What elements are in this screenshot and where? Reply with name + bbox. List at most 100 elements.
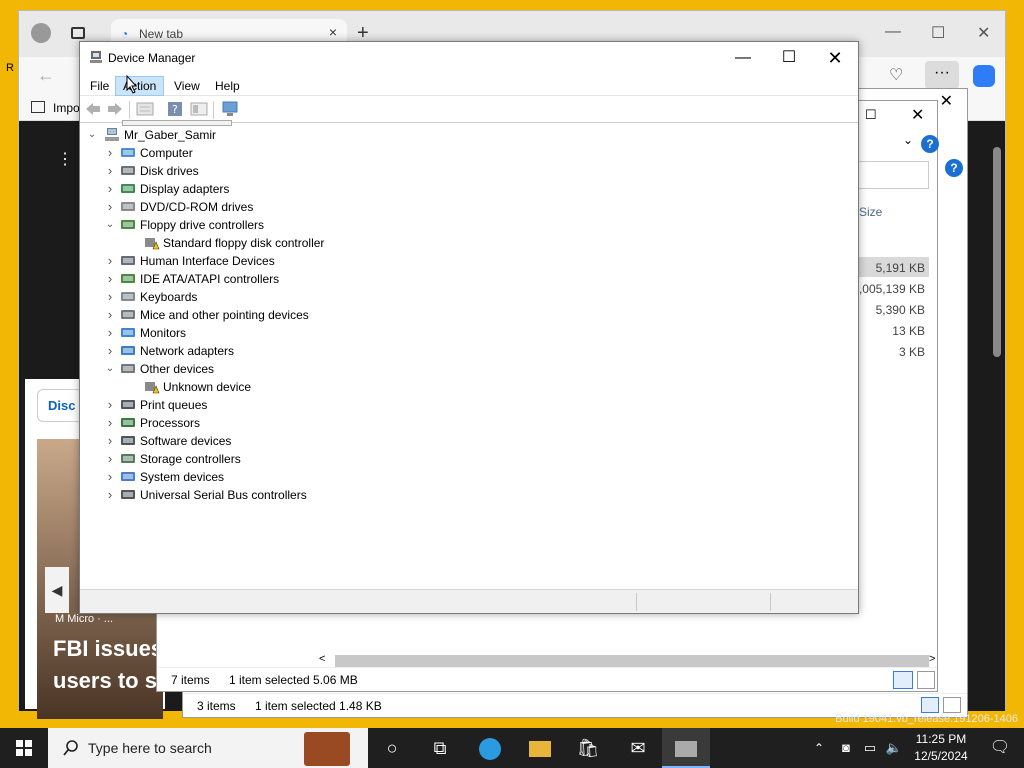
browser-minimize-button[interactable]: — [885, 23, 901, 41]
scroll-right-icon[interactable]: > [929, 653, 935, 665]
start-button[interactable] [0, 728, 48, 768]
expand-chevron-icon[interactable]: › [104, 396, 116, 414]
minimize-button[interactable]: — [720, 42, 766, 74]
news-headline[interactable]: FBI issues users to s [53, 633, 173, 697]
menu-bar: File Action View Help [80, 74, 858, 96]
collapse-chevron-icon[interactable]: ⌄ [86, 126, 98, 144]
expand-chevron-icon[interactable]: › [104, 432, 116, 450]
browser-close-button[interactable]: ✕ [977, 23, 990, 43]
device-label: IDE ATA/ATAPI controllers [140, 272, 280, 286]
expand-chevron-icon[interactable]: › [104, 414, 116, 432]
tiles-view-icon[interactable] [917, 671, 935, 689]
cortana-icon[interactable]: ○ [368, 728, 416, 768]
health-icon[interactable]: ♡ [889, 65, 903, 85]
tab-actions-icon[interactable] [71, 27, 85, 39]
back-icon[interactable]: ← [37, 65, 55, 86]
profile-icon[interactable] [31, 23, 51, 43]
edge-icon[interactable] [466, 728, 514, 768]
scroll-left-icon[interactable]: < [319, 653, 325, 665]
other-devices-icon [121, 364, 135, 373]
close-button[interactable]: ✕ [812, 42, 858, 74]
network-icon[interactable]: ▭ [858, 728, 882, 768]
explorer-close-button[interactable]: ✕ [911, 105, 924, 125]
tiles-view-icon[interactable] [943, 697, 961, 713]
expand-chevron-icon[interactable]: › [104, 198, 116, 216]
mouse-icon [121, 310, 135, 319]
device-manager-icon [90, 51, 102, 63]
volume-icon[interactable]: 🔈 [882, 728, 906, 768]
collapse-chevron-icon[interactable]: ⌄ [104, 216, 116, 234]
properties-icon[interactable] [136, 101, 154, 117]
device-manager-taskbar-icon[interactable] [662, 728, 710, 768]
menu-help[interactable]: Help [208, 77, 247, 95]
menu-action[interactable]: Action [115, 76, 165, 96]
device-label: Storage controllers [140, 452, 241, 466]
tab-close-icon[interactable]: × [329, 24, 337, 40]
favorites-item[interactable]: Impo [53, 101, 80, 115]
device-label: Network adapters [140, 344, 235, 358]
new-tab-button[interactable]: + [357, 23, 369, 43]
expand-chevron-icon[interactable]: › [104, 180, 116, 198]
mail-icon[interactable]: ✉ [614, 728, 662, 768]
device-label: Computer [140, 146, 193, 160]
expand-chevron-icon[interactable]: › [104, 162, 116, 180]
file-explorer-icon[interactable] [516, 728, 564, 768]
device-label: Floppy drive controllers [140, 218, 265, 232]
status-separator [636, 593, 637, 611]
warning-device-icon [145, 382, 160, 394]
tab-favicon-icon: ◔ [121, 27, 129, 41]
status-items-count: 3 items [197, 699, 236, 713]
clock-date: 12/5/2024 [914, 749, 968, 763]
expand-chevron-icon[interactable]: › [104, 450, 116, 468]
copilot-icon[interactable] [973, 65, 995, 87]
device-manager-window: Device Manager — ☐ ✕ File Action View He… [79, 41, 859, 614]
expand-chevron-icon[interactable]: › [104, 288, 116, 306]
browser-maximize-button[interactable]: ☐ [931, 23, 945, 43]
show-hidden-icons-icon[interactable]: ⌃ [806, 728, 832, 768]
search-placeholder: Type here to search [88, 740, 212, 756]
explorer-maximize-button[interactable]: ☐ [865, 107, 877, 123]
expand-ribbon-icon[interactable]: ⌄ [903, 133, 913, 147]
search-box[interactable] [857, 161, 929, 189]
more-options-icon[interactable]: ··· [925, 61, 959, 89]
help-icon[interactable]: ? [166, 101, 184, 117]
printer-icon [121, 400, 135, 409]
expand-chevron-icon[interactable]: › [104, 324, 116, 342]
back-arrow-icon[interactable] [84, 101, 102, 117]
storage-icon [121, 454, 135, 463]
search-highlight-image [304, 732, 350, 766]
scan-hardware-icon[interactable] [221, 101, 239, 117]
expand-chevron-icon[interactable]: › [104, 252, 116, 270]
meet-now-icon[interactable]: ◙ [834, 728, 858, 768]
details-view-icon[interactable] [893, 671, 913, 689]
explorer-back-close-button[interactable]: ✕ [940, 91, 953, 111]
forward-arrow-icon[interactable] [106, 101, 124, 117]
expand-chevron-icon[interactable]: › [104, 306, 116, 324]
device-label: Monitors [140, 326, 187, 340]
notifications-icon[interactable]: 🗨 [976, 728, 1024, 768]
news-prev-button[interactable]: ◀ [45, 567, 69, 613]
expand-chevron-icon[interactable]: › [104, 144, 116, 162]
expand-chevron-icon[interactable]: › [104, 486, 116, 504]
size-column-header[interactable]: Size [859, 205, 882, 219]
taskbar-search-box[interactable]: Type here to search [48, 728, 368, 768]
task-view-icon[interactable]: ⧉ [416, 728, 464, 768]
browser-scrollbar[interactable] [993, 147, 1001, 357]
horizontal-scrollbar[interactable] [335, 655, 929, 667]
help-icon[interactable]: ? [921, 135, 939, 153]
store-icon[interactable]: 🛍 [564, 728, 612, 768]
menu-view[interactable]: View [167, 77, 207, 95]
maximize-button[interactable]: ☐ [766, 42, 812, 74]
device-manager-titlebar[interactable]: Device Manager — ☐ ✕ [80, 42, 858, 74]
expand-chevron-icon[interactable]: › [104, 342, 116, 360]
expand-chevron-icon[interactable]: › [104, 468, 116, 486]
collapse-chevron-icon[interactable]: ⌄ [104, 360, 116, 378]
expand-chevron-icon[interactable]: › [104, 270, 116, 288]
taskbar-clock[interactable]: 11:25 PM 12/5/2024 [906, 731, 976, 765]
view-resources-icon[interactable] [190, 101, 208, 117]
menu-file[interactable]: File [83, 77, 116, 95]
details-view-icon[interactable] [921, 697, 939, 713]
desktop-label-fragment: R [6, 62, 14, 74]
svg-text:?: ? [172, 103, 178, 116]
help-icon[interactable]: ? [945, 159, 963, 177]
